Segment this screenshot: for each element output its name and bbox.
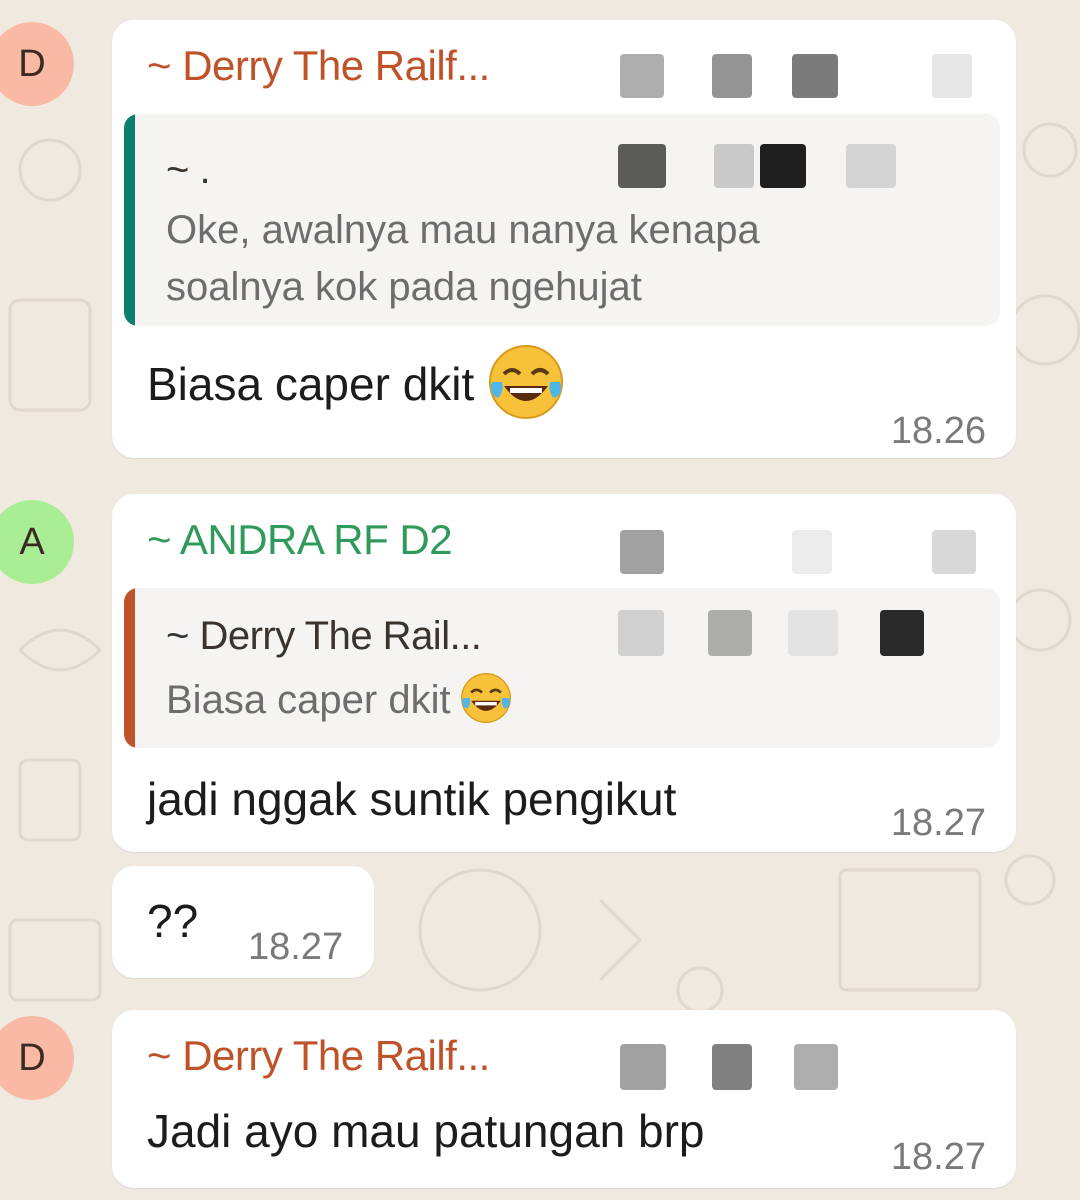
message-text: Biasa caper dkit: [147, 358, 475, 411]
avatar[interactable]: A: [0, 500, 74, 584]
quoted-message[interactable]: ~ . Oke, awalnya mau nanya kenapa soalny…: [124, 114, 1000, 326]
quote-bar: [124, 588, 135, 748]
sender-name[interactable]: ~ ANDRA RF D2: [147, 516, 453, 564]
message-bubble[interactable]: ~ Derry The Railf... Jadi ayo mau patung…: [112, 1010, 1016, 1188]
message-timestamp: 18.26: [890, 410, 986, 452]
avatar-letter: D: [18, 1036, 46, 1079]
quoted-text-line: Biasa caper dkit: [166, 672, 513, 729]
quoted-sender-name: ~ .: [166, 148, 211, 192]
quoted-text-line: soalnya kok pada ngehujat: [166, 265, 642, 309]
message-timestamp: 18.27: [248, 926, 344, 968]
avatar-letter: A: [19, 520, 45, 563]
message-bubble[interactable]: ?? 18.27: [112, 866, 374, 978]
message-text-row: Biasa caper dkit: [147, 345, 566, 422]
message-timestamp: 18.27: [890, 1136, 986, 1178]
sender-name[interactable]: ~ Derry The Railf...: [147, 1032, 490, 1080]
sender-name[interactable]: ~ Derry The Railf...: [147, 42, 490, 90]
quoted-text-line: Oke, awalnya mau nanya kenapa: [166, 208, 760, 252]
face-with-tears-of-joy-icon: [489, 345, 564, 419]
quoted-message[interactable]: ~ Derry The Rail... Biasa caper dkit: [124, 588, 1000, 748]
quote-bar: [124, 114, 135, 326]
message-bubble[interactable]: ~ Derry The Railf... ~ . Oke, awalnya ma…: [112, 20, 1016, 458]
message-timestamp: 18.27: [890, 802, 986, 844]
message-bubble[interactable]: ~ ANDRA RF D2 ~ Derry The Rail... Biasa …: [112, 494, 1016, 852]
quoted-text: Biasa caper dkit: [166, 678, 451, 722]
avatar[interactable]: D: [0, 22, 74, 106]
face-with-tears-of-joy-icon: [460, 673, 511, 724]
avatar-letter: D: [18, 42, 46, 85]
avatar[interactable]: D: [0, 1016, 74, 1100]
message-text: ??: [147, 895, 199, 947]
message-text: jadi nggak suntik pengikut: [147, 773, 677, 825]
quoted-sender-name: ~ Derry The Rail...: [166, 614, 482, 658]
message-text: Jadi ayo mau patungan brp: [147, 1105, 705, 1157]
